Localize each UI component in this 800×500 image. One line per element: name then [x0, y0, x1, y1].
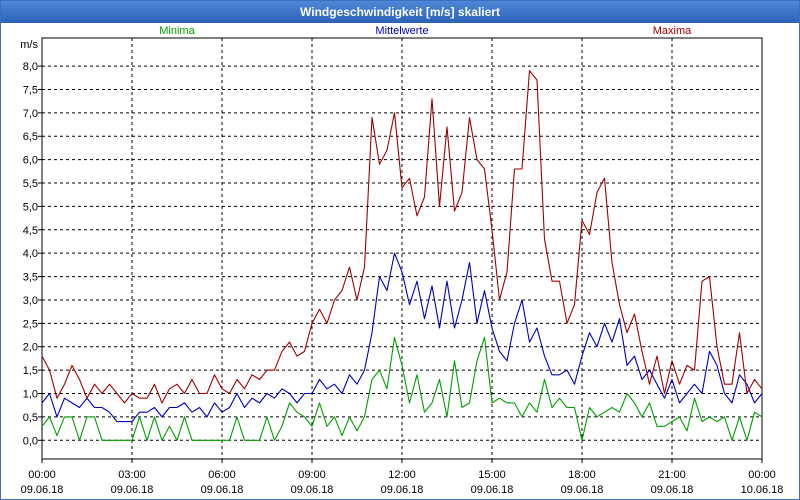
grid [42, 38, 762, 459]
y-tick-label: 3,0 [23, 295, 38, 307]
y-tick-label: 5,0 [23, 201, 38, 213]
x-tick-time: 21:00 [658, 469, 686, 481]
x-tick-time: 06:00 [208, 469, 236, 481]
y-tick-label: 1,0 [23, 389, 38, 401]
y-tick-label: 3,5 [23, 272, 38, 284]
y-tick-label: 6,5 [23, 131, 38, 143]
axes [38, 37, 763, 463]
y-tick-label: 8,0 [23, 61, 38, 73]
legend-label-min: Minima [159, 25, 195, 37]
x-tick-time: 15:00 [478, 469, 506, 481]
x-tick-time: 12:00 [388, 469, 416, 481]
x-tick-date: 09.06.18 [381, 484, 424, 496]
y-tick-label: 7,5 [23, 84, 38, 96]
y-tick-label: 6,0 [23, 155, 38, 167]
y-tick-label: 4,5 [23, 225, 38, 237]
x-tick-date: 10.06.18 [741, 484, 784, 496]
y-tick-label: 4,0 [23, 248, 38, 260]
x-tick-time: 00:00 [28, 469, 56, 481]
y-tick-label: 7,0 [23, 108, 38, 120]
x-tick-date: 09.06.18 [111, 484, 154, 496]
chart-window: Windgeschwindigkeit [m/s] skaliert 0,0 0,… [0, 0, 800, 500]
y-tick-label: 0,5 [23, 412, 38, 424]
y-tick-label: 2,5 [23, 318, 38, 330]
x-tick-time: 00:00 [748, 469, 776, 481]
x-tick-date: 09.06.18 [561, 484, 604, 496]
y-tick-label: 0,0 [23, 435, 38, 447]
y-tick-label: 2,0 [23, 342, 38, 354]
x-tick-date: 09.06.18 [291, 484, 334, 496]
x-tick-time: 03:00 [118, 469, 146, 481]
x-tick-time: 18:00 [568, 469, 596, 481]
y-tick-label: 1,5 [23, 365, 38, 377]
y-axis-label: m/s [20, 39, 38, 51]
x-tick-date: 09.06.18 [21, 484, 64, 496]
y-tick-label: 5,5 [23, 178, 38, 190]
x-tick-date: 09.06.18 [201, 484, 244, 496]
x-tick-time: 09:00 [298, 469, 326, 481]
x-tick-date: 09.06.18 [471, 484, 514, 496]
x-tick-date: 09.06.18 [651, 484, 694, 496]
legend-label-max: Maxima [653, 25, 692, 37]
legend-label-avg: Mittelwerte [375, 25, 428, 37]
window-title: Windgeschwindigkeit [m/s] skaliert [1, 1, 799, 23]
wind-speed-chart: 0,0 0,5 1,0 1,5 2,0 2,5 3,0 3,5 4,0 4,5 5,0 5,5 6,0 6… [20, 25, 784, 496]
